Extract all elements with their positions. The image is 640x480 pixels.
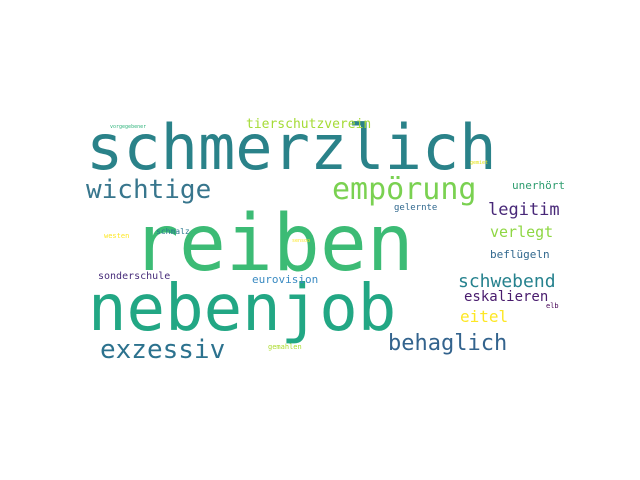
word-gemiet: gemiet bbox=[470, 160, 489, 166]
word-nebenjob: nebenjob bbox=[88, 272, 397, 346]
word-legitim: legitim bbox=[488, 200, 560, 220]
word-empoerung: empörung bbox=[332, 172, 477, 207]
figure-canvas: reiben schmerzlich nebenjob empörung wic… bbox=[0, 0, 640, 480]
word-sonderschule: sonderschule bbox=[98, 271, 171, 282]
word-tierschutzverein: tierschutzverein bbox=[246, 117, 372, 132]
word-elb: elb bbox=[546, 302, 559, 310]
word-unerhoert: unerhört bbox=[512, 179, 565, 192]
word-eitel: eitel bbox=[460, 307, 509, 326]
word-verlegt: verlegt bbox=[490, 223, 554, 241]
word-wichtige: wichtige bbox=[86, 175, 212, 205]
word-vorgegebener: vorgegebener bbox=[110, 124, 147, 130]
word-eskalieren: eskalieren bbox=[464, 289, 549, 305]
word-cloud: reiben schmerzlich nebenjob empörung wic… bbox=[80, 115, 565, 365]
word-gemahlen: gemahlen bbox=[268, 343, 302, 351]
word-westen: westen bbox=[104, 232, 130, 240]
word-gelernte: gelernte bbox=[394, 203, 438, 213]
word-befluegeln: beflügeln bbox=[490, 248, 550, 261]
word-eurovision: eurovision bbox=[252, 273, 319, 286]
word-schmalz: schmalz bbox=[156, 227, 190, 236]
word-exzessiv: exzessiv bbox=[100, 335, 226, 365]
word-behaglich: behaglich bbox=[388, 331, 508, 356]
word-sensoo: sensoo bbox=[292, 238, 311, 244]
